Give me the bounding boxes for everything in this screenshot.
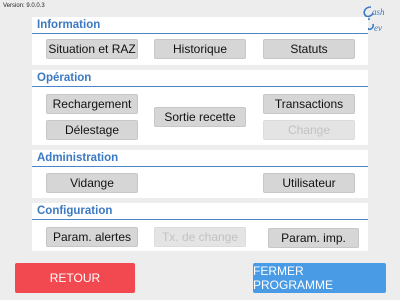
- section-title-configuration: Configuration: [37, 205, 113, 217]
- section-rule: [32, 33, 368, 34]
- historique-button[interactable]: Historique: [154, 39, 246, 59]
- section-title-operation: Opération: [37, 72, 92, 84]
- section-rule: [32, 166, 368, 167]
- statuts-button[interactable]: Statuts: [263, 39, 355, 59]
- param-alertes-button[interactable]: Param. alertes: [46, 227, 138, 247]
- vidange-button[interactable]: Vidange: [46, 173, 138, 193]
- retour-button[interactable]: RETOUR: [15, 263, 135, 293]
- transactions-button[interactable]: Transactions: [263, 94, 355, 114]
- sortie-recette-button[interactable]: Sortie recette: [154, 107, 246, 127]
- section-title-administration: Administration: [37, 152, 119, 164]
- situation-raz-button[interactable]: Situation et RAZ: [46, 39, 138, 59]
- utilisateur-button[interactable]: Utilisateur: [263, 173, 355, 193]
- param-imp-button[interactable]: Param. imp.: [268, 228, 359, 248]
- rechargement-button[interactable]: Rechargement: [46, 94, 138, 114]
- section-configuration: Configuration Param. alertes Tx. de chan…: [32, 203, 368, 251]
- section-rule: [32, 86, 368, 87]
- section-administration: Administration Vidange Utilisateur: [32, 150, 368, 198]
- logo-text-top: ash: [372, 7, 385, 17]
- fermer-programme-button[interactable]: FERMER PROGRAMME: [253, 263, 386, 293]
- logo-text-bottom: ev: [374, 23, 382, 33]
- change-button[interactable]: Change: [263, 120, 355, 140]
- section-information: Information Situation et RAZ Historique …: [32, 17, 368, 65]
- version-label: Version: 9.0.0.3: [3, 3, 45, 9]
- section-operation: Opération Rechargement Délestage Sortie …: [32, 70, 368, 145]
- section-rule: [32, 219, 368, 220]
- tx-change-button[interactable]: Tx. de change: [154, 227, 246, 247]
- delestage-button[interactable]: Délestage: [46, 120, 138, 140]
- section-title-information: Information: [37, 19, 101, 31]
